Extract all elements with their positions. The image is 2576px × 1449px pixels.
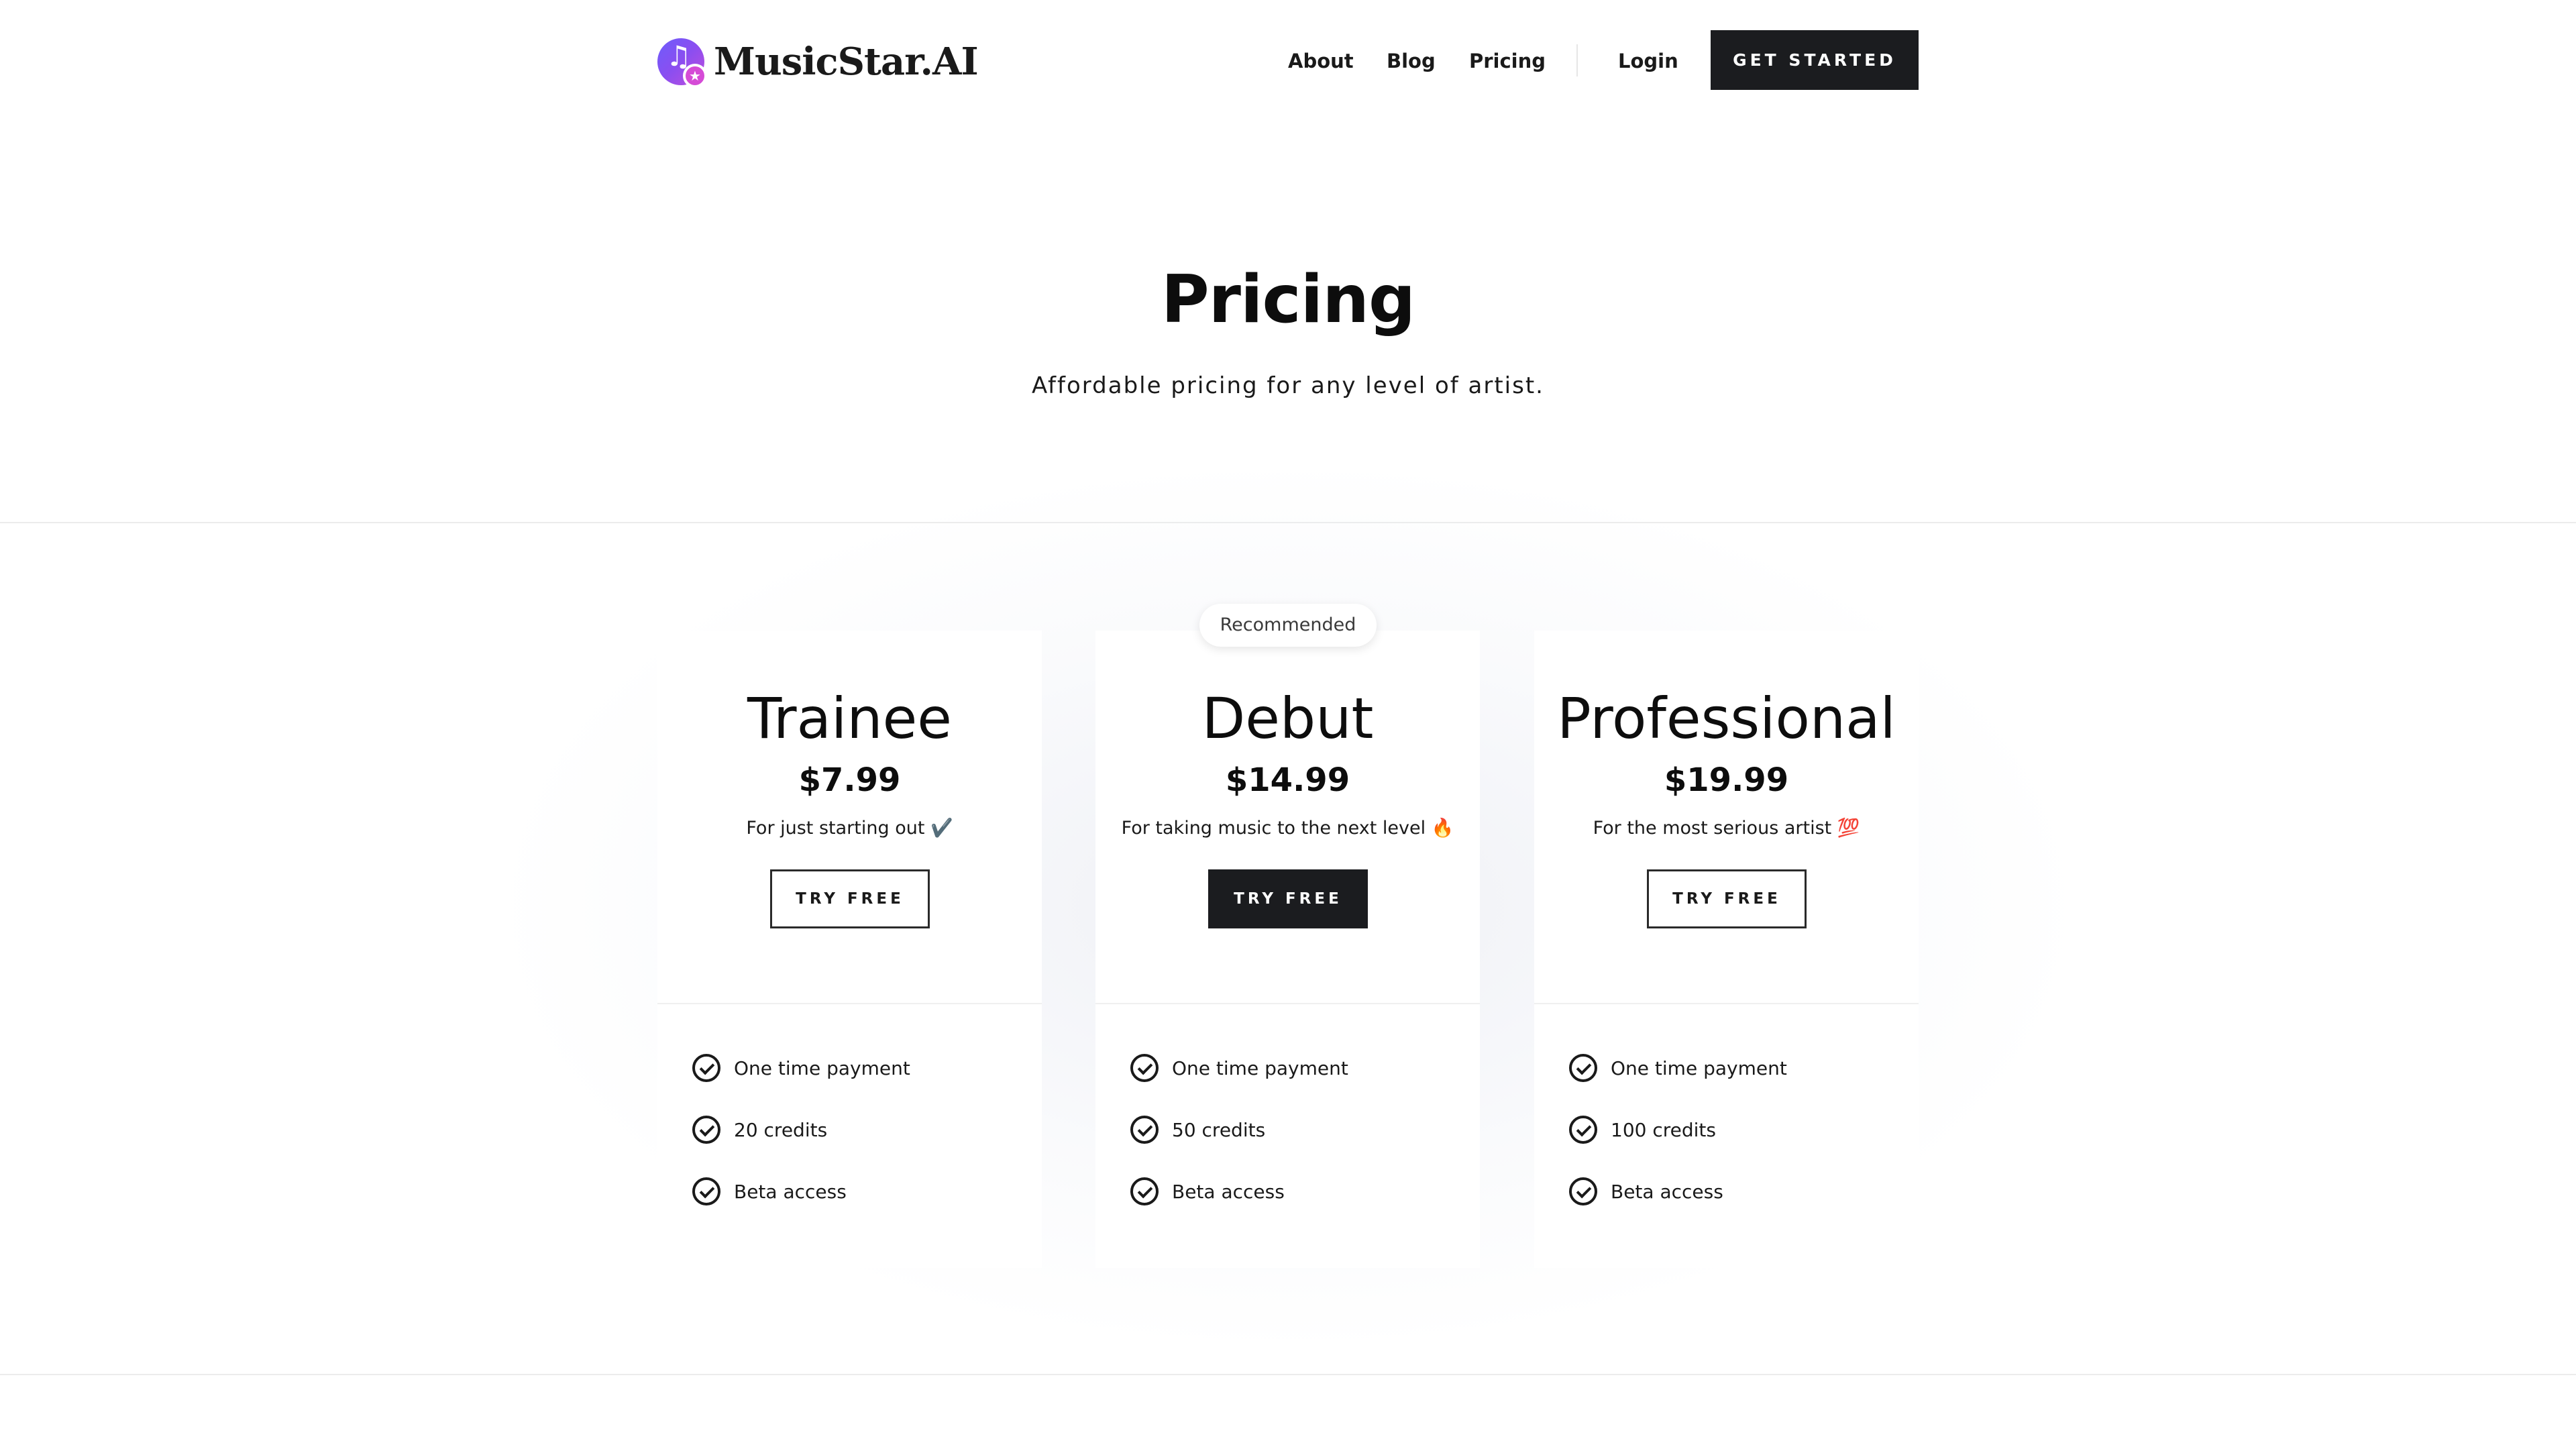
check-circle-icon: [1130, 1116, 1159, 1144]
plan-feature: 50 credits: [1130, 1115, 1265, 1144]
nav-link-about[interactable]: About: [1288, 44, 1354, 78]
plan-feature-label: One time payment: [1611, 1057, 1787, 1079]
check-circle-icon: [1569, 1116, 1597, 1144]
plan-price: $14.99: [1225, 761, 1350, 799]
plan-feature: 20 credits: [692, 1115, 827, 1144]
site-header: ♫ ★ MusicStar.AI About Blog Pricing Logi…: [0, 0, 2576, 121]
check-circle-icon: [1569, 1177, 1597, 1205]
plan-feature-label: Beta access: [734, 1180, 847, 1203]
plan-feature: One time payment: [1569, 1053, 1787, 1083]
plan-name: Trainee: [747, 686, 952, 751]
brand-name: MusicStar.AI: [714, 40, 979, 84]
plan-card-header: Debut $14.99 For taking music to the nex…: [1095, 631, 1480, 1003]
get-started-button[interactable]: GET STARTED: [1711, 30, 1919, 90]
plan-card-professional: Professional $19.99 For the most serious…: [1534, 631, 1919, 1268]
check-circle-icon: [1569, 1054, 1597, 1082]
section-divider-bottom: [0, 1374, 2576, 1375]
check-circle-icon: [1130, 1177, 1159, 1205]
check-circle-icon: [692, 1054, 720, 1082]
page-subtitle: Affordable pricing for any level of arti…: [1032, 372, 1544, 399]
plan-feature: Beta access: [1569, 1177, 1723, 1206]
check-circle-icon: [1130, 1054, 1159, 1082]
check-circle-icon: [692, 1116, 720, 1144]
nav-link-blog[interactable]: Blog: [1387, 44, 1436, 78]
plan-card-divider: [1095, 1003, 1480, 1004]
plan-card-debut: Debut $14.99 For taking music to the nex…: [1095, 631, 1480, 1268]
plan-feature-label: 50 credits: [1172, 1118, 1266, 1141]
try-free-button-debut[interactable]: TRY FREE: [1208, 869, 1368, 928]
recommended-badge: Recommended: [1199, 604, 1377, 647]
plan-card-trainee: Trainee $7.99 For just starting out ✔️ T…: [657, 631, 1042, 1268]
nav-link-login[interactable]: Login: [1618, 44, 1678, 78]
nav-link-pricing[interactable]: Pricing: [1469, 44, 1546, 78]
plan-card-divider: [1534, 1003, 1919, 1004]
plan-price: $7.99: [798, 761, 901, 799]
plan-name: Professional: [1557, 686, 1896, 751]
plan-description: For the most serious artist 💯: [1593, 818, 1860, 839]
plan-feature-label: 20 credits: [734, 1118, 828, 1141]
try-free-button-trainee[interactable]: TRY FREE: [770, 869, 930, 928]
plan-card-header: Trainee $7.99 For just starting out ✔️ T…: [657, 631, 1042, 1003]
plan-feature-label: 100 credits: [1611, 1118, 1716, 1141]
plan-feature: 100 credits: [1569, 1115, 1716, 1144]
brand-logo[interactable]: ♫ ★ MusicStar.AI: [657, 38, 979, 88]
plan-feature-label: One time payment: [734, 1057, 910, 1079]
plan-feature: One time payment: [692, 1053, 910, 1083]
nav-divider: [1576, 44, 1578, 76]
plan-price: $19.99: [1664, 761, 1789, 799]
plan-name: Debut: [1201, 686, 1374, 751]
plan-description: For just starting out ✔️: [746, 818, 953, 839]
check-circle-icon: [692, 1177, 720, 1205]
try-free-button-professional[interactable]: TRY FREE: [1647, 869, 1807, 928]
plan-feature-label: Beta access: [1172, 1180, 1285, 1203]
plan-card-divider: [657, 1003, 1042, 1004]
plan-feature-label: One time payment: [1172, 1057, 1348, 1079]
plan-feature: Beta access: [1130, 1177, 1285, 1206]
plan-feature-label: Beta access: [1611, 1180, 1723, 1203]
page-title: Pricing: [1161, 262, 1415, 338]
plan-card-header: Professional $19.99 For the most serious…: [1534, 631, 1919, 1003]
plan-description: For taking music to the next level 🔥: [1121, 818, 1454, 839]
plan-feature: Beta access: [692, 1177, 847, 1206]
music-note-star-icon: ♫ ★: [657, 38, 707, 88]
plan-feature: One time payment: [1130, 1053, 1348, 1083]
